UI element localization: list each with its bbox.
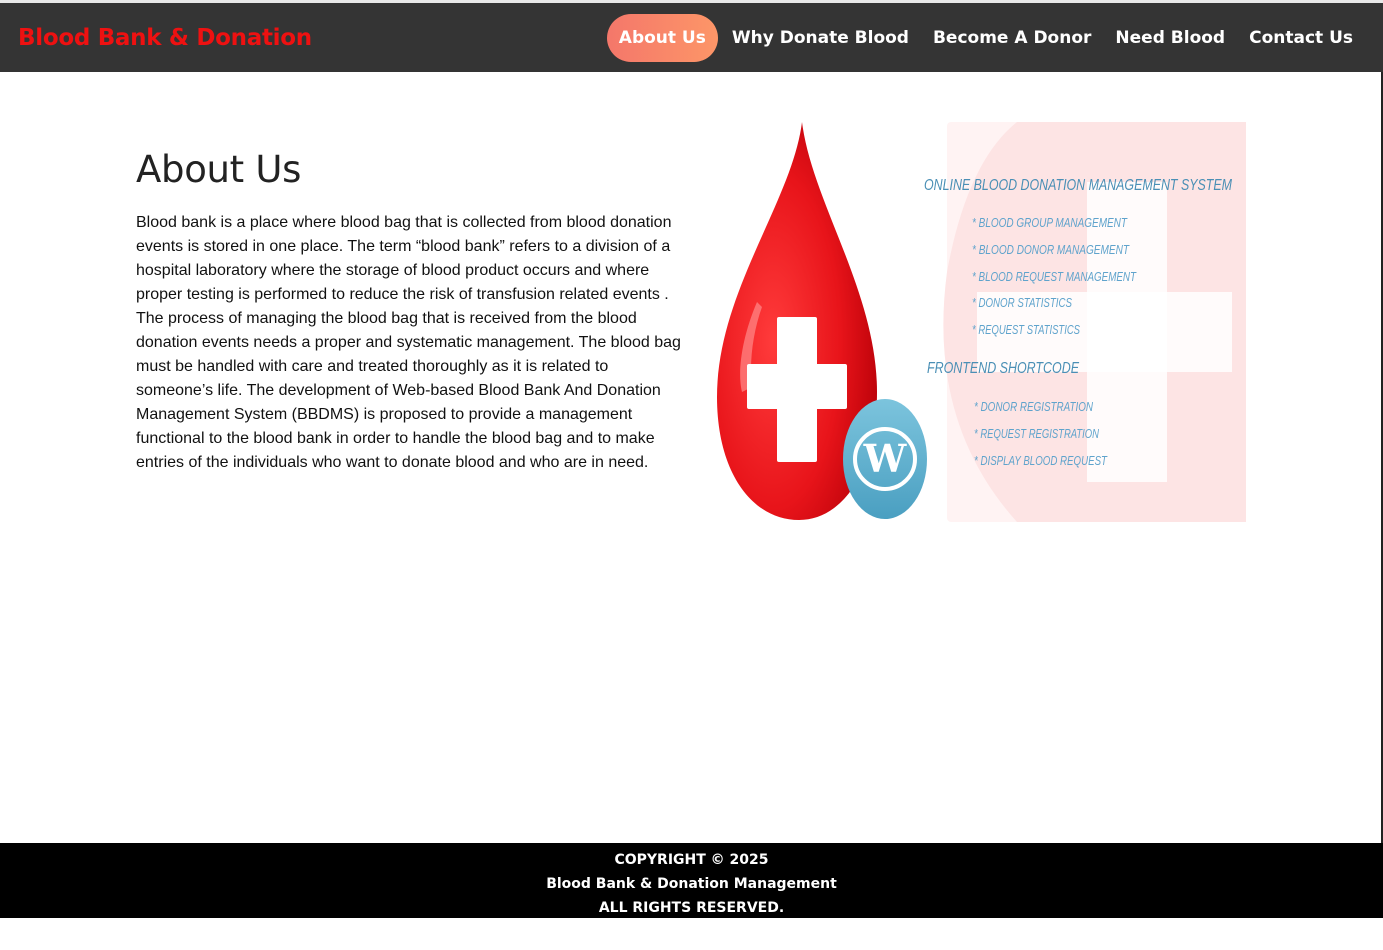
- hero-feature-item: * DONOR STATISTICS: [972, 295, 1072, 310]
- footer-copyright: COPYRIGHT © 2025: [614, 852, 769, 868]
- hero-feature-item: * REQUEST STATISTICS: [972, 322, 1080, 337]
- hero-shortcode-item: * DONOR REGISTRATION: [974, 399, 1093, 414]
- nav-menu: About Us Why Donate Blood Become A Donor…: [606, 13, 1365, 62]
- hero-shortcode-item: * DISPLAY BLOOD REQUEST: [974, 453, 1108, 468]
- wordpress-icon: W: [843, 399, 927, 519]
- nav-link-about-us[interactable]: About Us: [606, 13, 718, 62]
- hero-image: W ONLINE BLOOD DONATION MANAGEMENT SYSTE…: [717, 122, 1246, 522]
- about-paragraph: Blood bank is a place where blood bag th…: [136, 214, 681, 471]
- svg-text:W: W: [863, 436, 908, 481]
- hero-feature-item: * BLOOD GROUP MANAGEMENT: [972, 215, 1128, 230]
- navbar: Blood Bank & Donation About Us Why Donat…: [0, 3, 1383, 72]
- footer-site-name: Blood Bank & Donation Management: [546, 876, 837, 892]
- footer: COPYRIGHT © 2025 Blood Bank & Donation M…: [0, 843, 1383, 918]
- nav-link-become-a-donor[interactable]: Become A Donor: [921, 14, 1103, 62]
- hero-subheading: FRONTEND SHORTCODE: [927, 360, 1079, 377]
- brand-logo-text[interactable]: Blood Bank & Donation: [18, 25, 312, 51]
- nav-link-need-blood[interactable]: Need Blood: [1103, 14, 1237, 62]
- footer-rights: ALL RIGHTS RESERVED.: [598, 900, 785, 916]
- hero-heading: ONLINE BLOOD DONATION MANAGEMENT SYSTEM: [924, 177, 1233, 194]
- nav-link-contact-us[interactable]: Contact Us: [1237, 14, 1365, 62]
- nav-link-why-donate-blood[interactable]: Why Donate Blood: [720, 14, 921, 62]
- page-title: About Us: [136, 148, 302, 191]
- hero-feature-item: * BLOOD REQUEST MANAGEMENT: [972, 269, 1137, 284]
- hero-shortcode-item: * REQUEST REGISTRATION: [974, 426, 1099, 441]
- hero-feature-item: * BLOOD DONOR MANAGEMENT: [972, 242, 1130, 257]
